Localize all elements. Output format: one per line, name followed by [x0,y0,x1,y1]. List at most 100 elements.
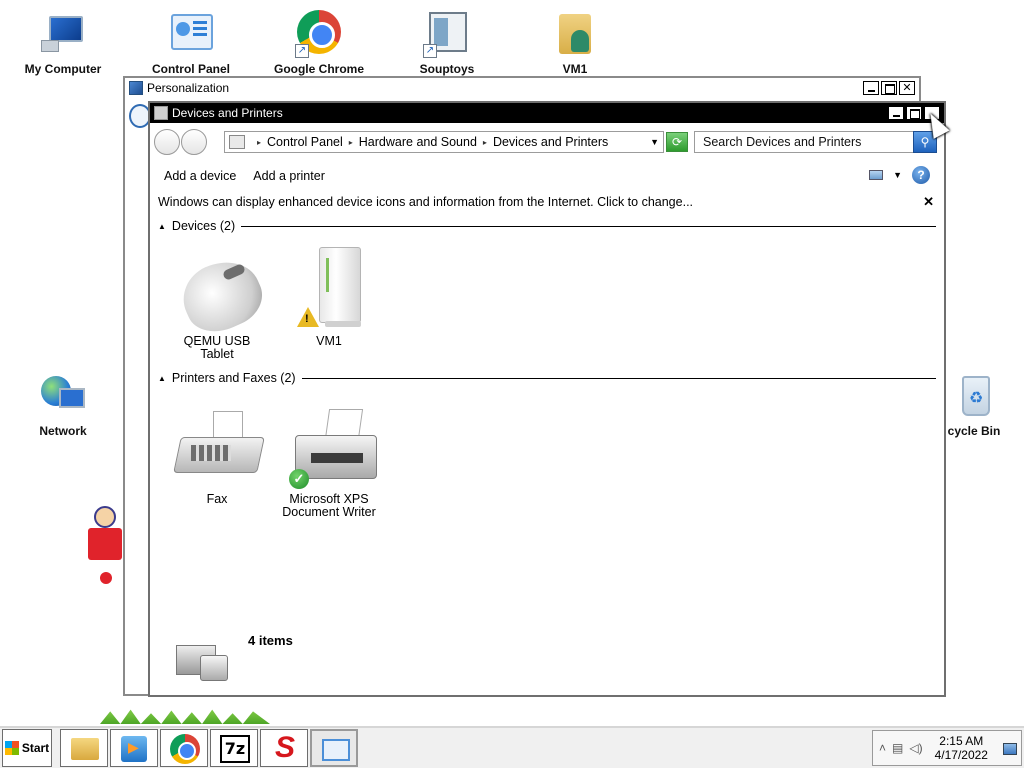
desktop-icon-label: Control Panel [151,62,230,76]
desktop-icon-label: Network [39,424,87,438]
control-panel-icon [322,739,350,761]
taskbar-media-player[interactable] [110,729,158,767]
start-label: Start [21,741,50,755]
change-view-icon[interactable] [869,170,884,180]
breadcrumb-chevron-icon[interactable]: ▸ [257,138,261,147]
forward-button[interactable] [181,129,207,155]
clock[interactable]: 2:15 AM 4/17/2022 [935,734,988,762]
refresh-icon: ⟳ [671,135,683,149]
wallpaper-toy-figure [86,506,126,596]
breadcrumb-control-panel[interactable]: Control Panel [267,135,343,149]
chrome-icon: ↗ [295,10,343,58]
device-label-line2: Tablet [200,347,234,361]
taskbar-file-explorer[interactable] [60,729,108,767]
minimize-button[interactable] [888,106,904,120]
add-device-button[interactable]: Add a device [164,169,236,183]
file-explorer-icon [71,738,99,760]
desktop-icon-label: VM1 [562,62,588,76]
default-check-icon: ✓ [289,469,309,489]
address-dropdown-icon[interactable]: ▼ [650,137,659,147]
personalization-icon [129,81,143,95]
back-button[interactable] [154,129,180,155]
desktop-icon-my-computer[interactable]: My Computer [13,10,113,76]
group-header-printers[interactable]: ▲ Printers and Faxes (2) [158,371,936,385]
devices-printers-icon [154,106,168,120]
divider [301,377,936,379]
group-title: Printers and Faxes (2) [171,371,296,385]
refresh-button[interactable]: ⟳ [666,132,688,152]
breadcrumb-chevron-icon[interactable]: ▸ [483,138,487,147]
window-title: Devices and Printers [172,106,283,120]
device-fax[interactable]: Fax [162,399,272,506]
item-count: 4 items [248,633,293,648]
taskbar-control-panel[interactable] [310,729,358,767]
taskbar-7zip[interactable]: 7z [210,729,258,767]
device-vm1[interactable]: ! VM1 [274,241,384,348]
recycle-bin-icon [950,372,998,420]
command-bar: Add a device Add a printer ▼ ? [150,165,944,187]
device-label: Fax [206,492,228,506]
breadcrumb-chevron-icon[interactable]: ▸ [349,138,353,147]
collapse-caret-icon[interactable]: ▲ [158,374,166,383]
add-printer-button[interactable]: Add a printer [253,169,325,183]
network-tray-icon[interactable]: ▤ [892,741,903,755]
desktop-icon-vm1[interactable]: VM1 [525,10,625,76]
personalization-titlebar[interactable]: Personalization ✕ [125,78,919,98]
search-placeholder: Search Devices and Printers [703,135,862,149]
device-qemu-usb-tablet[interactable]: QEMU USB Tablet [162,241,272,361]
info-bar-text: Windows can display enhanced device icon… [158,195,694,209]
breadcrumb-devices-printers[interactable]: Devices and Printers [493,135,608,149]
wallpaper-grass [100,709,270,724]
start-button[interactable]: Start [2,729,52,767]
info-bar[interactable]: Windows can display enhanced device icon… [150,193,944,211]
desktop-icon-label: Google Chrome [273,62,364,76]
user-folder-icon [551,10,599,58]
divider [241,225,936,227]
clock-time: 2:15 AM [939,734,984,748]
search-input[interactable]: Search Devices and Printers ⚲ [694,131,937,153]
maximize-button[interactable] [906,106,922,120]
show-desktop-icon[interactable] [1003,743,1017,755]
close-icon[interactable]: ✕ [923,194,934,210]
device-label-line2: Document Writer [282,505,376,519]
desktop-icon-network[interactable]: Network [13,372,113,438]
collapse-caret-icon[interactable]: ▲ [158,222,166,231]
clock-date: 4/17/2022 [934,748,988,762]
mouse-icon [169,241,272,343]
desktop-icon-control-panel[interactable]: Control Panel [141,10,241,76]
desktop-icon-label: My Computer [24,62,102,76]
souptoys-icon: S [274,731,295,764]
taskbar: Start 7z S ˄ ▤ ◁) 2:15 AM 4/17/2022 [0,726,1024,768]
taskbar-souptoys[interactable]: S [260,729,308,767]
desktop-icon-google-chrome[interactable]: ↗ Google Chrome [269,10,369,76]
close-button[interactable]: ✕ [899,81,915,95]
device-microsoft-xps[interactable]: ✓ Microsoft XPS Document Writer [274,399,384,519]
volume-icon[interactable]: ◁) [909,741,922,755]
navigation-bar: ▸ Control Panel ▸ Hardware and Sound ▸ D… [150,129,944,155]
maximize-button[interactable] [881,81,897,95]
printer-icon: ✓ [281,399,377,489]
group-header-devices[interactable]: ▲ Devices (2) [158,219,936,233]
help-icon[interactable]: ? [912,166,930,184]
media-player-icon [121,736,147,762]
show-hidden-icons-icon[interactable]: ˄ [879,741,886,755]
computer-tower-icon: ! [281,241,377,331]
devices-titlebar[interactable]: Devices and Printers ✕ [150,103,944,123]
system-tray: ˄ ▤ ◁) 2:15 AM 4/17/2022 [872,730,1022,766]
devices-printers-large-icon [170,631,234,687]
souptoys-icon: ↗ [423,10,471,58]
fax-icon [169,399,265,489]
close-icon: ✕ [902,81,912,94]
devices-printers-icon [229,135,245,149]
taskbar-chrome[interactable] [160,729,208,767]
breadcrumb-hardware-sound[interactable]: Hardware and Sound [359,135,477,149]
device-label: VM1 [316,334,342,348]
devices-printers-window: Devices and Printers ✕ ▸ Control Panel ▸… [148,101,946,697]
7zip-icon: 7z [220,735,250,763]
address-bar[interactable]: ▸ Control Panel ▸ Hardware and Sound ▸ D… [224,131,664,153]
group-title: Devices (2) [171,219,236,233]
view-dropdown-icon[interactable]: ▼ [893,170,902,180]
network-icon [39,372,87,420]
minimize-button[interactable] [863,81,879,95]
window-title: Personalization [147,81,230,95]
